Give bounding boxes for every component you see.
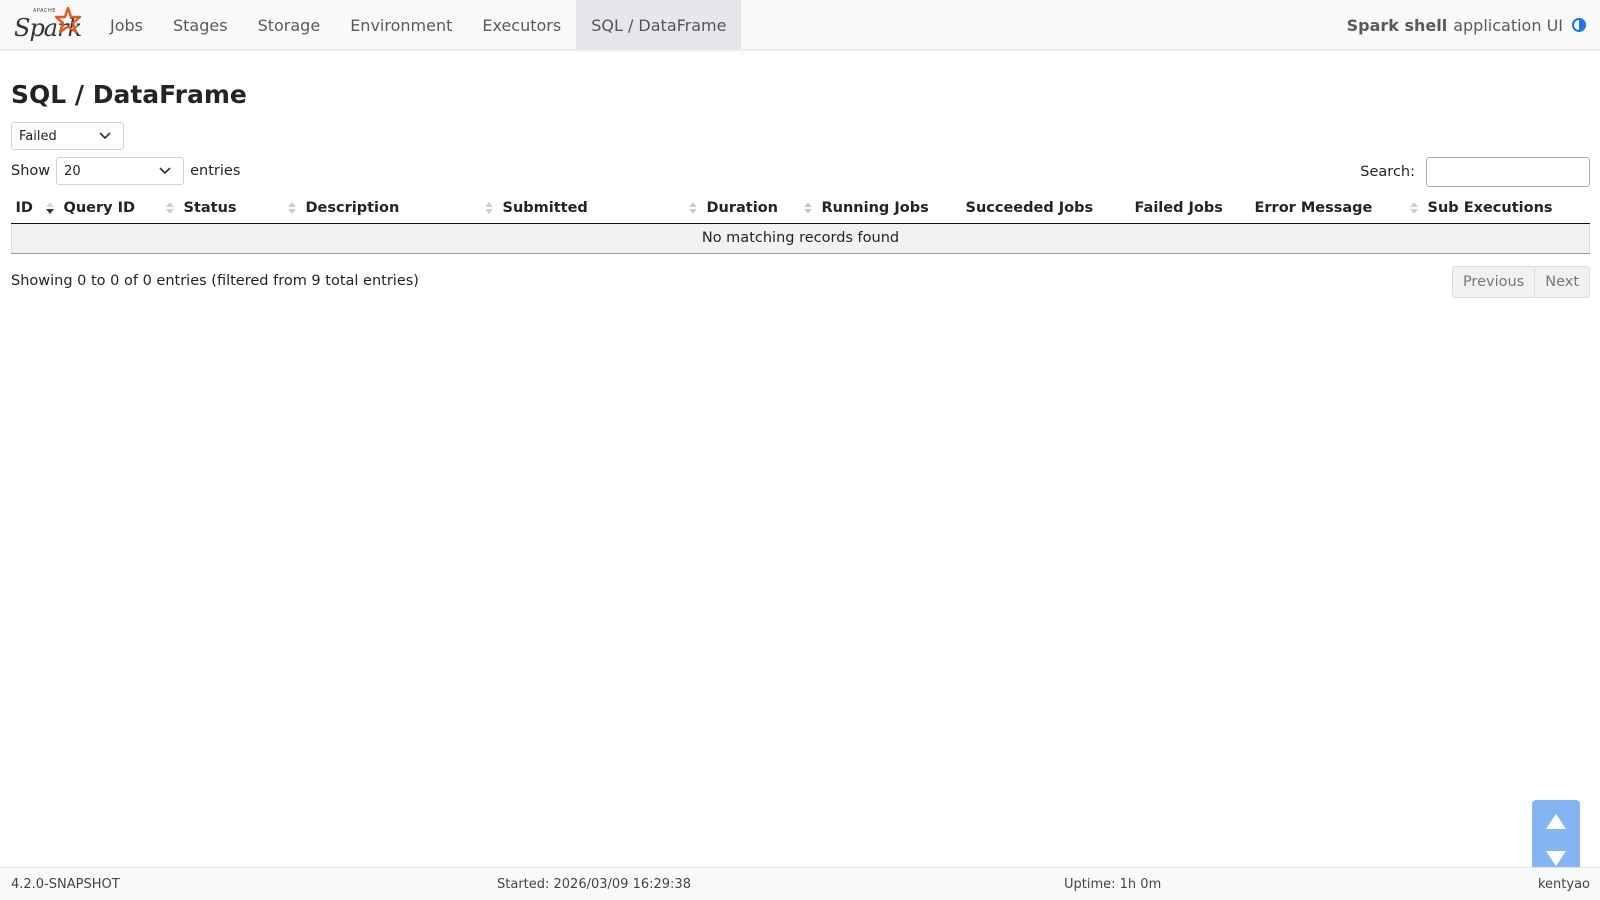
tab-sql-dataframe[interactable]: SQL / DataFrame xyxy=(576,0,742,50)
column-label: Query ID xyxy=(63,200,136,217)
column-label: Sub Executions xyxy=(1427,200,1553,217)
previous-button[interactable]: Previous xyxy=(1453,267,1534,297)
tab-jobs[interactable]: Jobs xyxy=(95,0,158,50)
app-name: Spark shell xyxy=(1346,15,1448,35)
status-filter-select[interactable]: Failed xyxy=(11,122,124,150)
app-title: Spark shell application UI xyxy=(1347,0,1586,50)
column-label: ID xyxy=(15,200,33,217)
entries-label: entries xyxy=(190,163,241,179)
status-filter-value: Failed xyxy=(19,128,57,144)
column-label: Succeeded Jobs xyxy=(965,200,1094,217)
sort-icon xyxy=(1409,202,1418,216)
column-label: Submitted xyxy=(502,200,588,217)
table-header-row: ID Query ID Status Description Submitted… xyxy=(11,194,1590,224)
column-header-sub-executions: Sub Executions xyxy=(1423,194,1590,224)
table-row: No matching records found xyxy=(11,223,1590,254)
nav-tabs: Jobs Stages Storage Environment Executor… xyxy=(95,0,742,50)
footer-user: kentyao xyxy=(1537,877,1590,892)
spark-star-icon xyxy=(55,7,81,33)
tab-storage[interactable]: Storage xyxy=(243,0,336,50)
page-size-select[interactable]: 20 xyxy=(56,157,185,185)
page-size-value: 20 xyxy=(64,163,81,179)
sort-icon xyxy=(803,202,812,216)
app-suffix: application UI xyxy=(1453,15,1563,35)
spark-logo[interactable]: APACHE Spark xyxy=(0,0,95,50)
footer-version: 4.2.0-SNAPSHOT xyxy=(11,877,120,892)
column-header-duration[interactable]: Duration xyxy=(702,194,818,224)
table-info: Showing 0 to 0 of 0 entries (filtered fr… xyxy=(11,273,419,289)
page-title: SQL / DataFrame xyxy=(11,80,247,109)
sql-executions-table: ID Query ID Status Description Submitted… xyxy=(11,194,1590,254)
sort-icon xyxy=(165,202,174,216)
column-header-succeeded-jobs: Succeeded Jobs xyxy=(961,194,1131,224)
footer: 4.2.0-SNAPSHOT Started: 2026/03/09 16:29… xyxy=(0,867,1600,900)
next-button[interactable]: Next xyxy=(1534,267,1589,297)
search-input[interactable] xyxy=(1426,157,1590,187)
search-control: Search: xyxy=(1360,157,1590,187)
theme-toggle-icon[interactable] xyxy=(1572,18,1586,32)
sort-icon xyxy=(287,202,296,216)
column-header-failed-jobs: Failed Jobs xyxy=(1130,194,1251,224)
tab-executors[interactable]: Executors xyxy=(467,0,576,50)
scroll-up-icon[interactable] xyxy=(1546,814,1566,829)
column-header-error-message[interactable]: Error Message xyxy=(1250,194,1424,224)
column-header-status[interactable]: Status xyxy=(179,194,302,224)
chevron-down-icon xyxy=(99,132,111,140)
column-label: Duration xyxy=(706,200,778,217)
column-label: Running Jobs xyxy=(821,200,929,217)
column-header-id[interactable]: ID xyxy=(11,194,60,224)
column-header-running-jobs: Running Jobs xyxy=(817,194,962,224)
sort-icon xyxy=(484,202,493,216)
column-header-submitted[interactable]: Submitted xyxy=(498,194,703,224)
tab-stages[interactable]: Stages xyxy=(158,0,243,50)
top-navbar: APACHE Spark Jobs Stages Storage Environ… xyxy=(0,0,1600,50)
scroll-down-icon[interactable] xyxy=(1546,851,1566,866)
show-label: Show xyxy=(11,163,51,179)
column-header-query-id[interactable]: Query ID xyxy=(59,194,180,224)
pagination: Previous Next xyxy=(1451,266,1590,298)
tab-environment[interactable]: Environment xyxy=(335,0,467,50)
column-header-description[interactable]: Description xyxy=(301,194,499,224)
column-label: Error Message xyxy=(1254,200,1373,217)
search-label: Search: xyxy=(1360,164,1415,180)
footer-uptime: Uptime: 1h 0m xyxy=(1064,877,1162,892)
chevron-down-icon xyxy=(159,167,171,175)
footer-started: Started: 2026/03/09 16:29:38 xyxy=(497,877,691,892)
column-label: Description xyxy=(305,200,400,217)
page-size-control: Show 20 entries xyxy=(11,157,240,185)
empty-table-message: No matching records found xyxy=(11,223,1590,254)
sort-icon xyxy=(688,202,697,216)
sort-desc-icon xyxy=(45,202,54,216)
column-label: Status xyxy=(183,200,237,217)
column-label: Failed Jobs xyxy=(1134,200,1223,217)
